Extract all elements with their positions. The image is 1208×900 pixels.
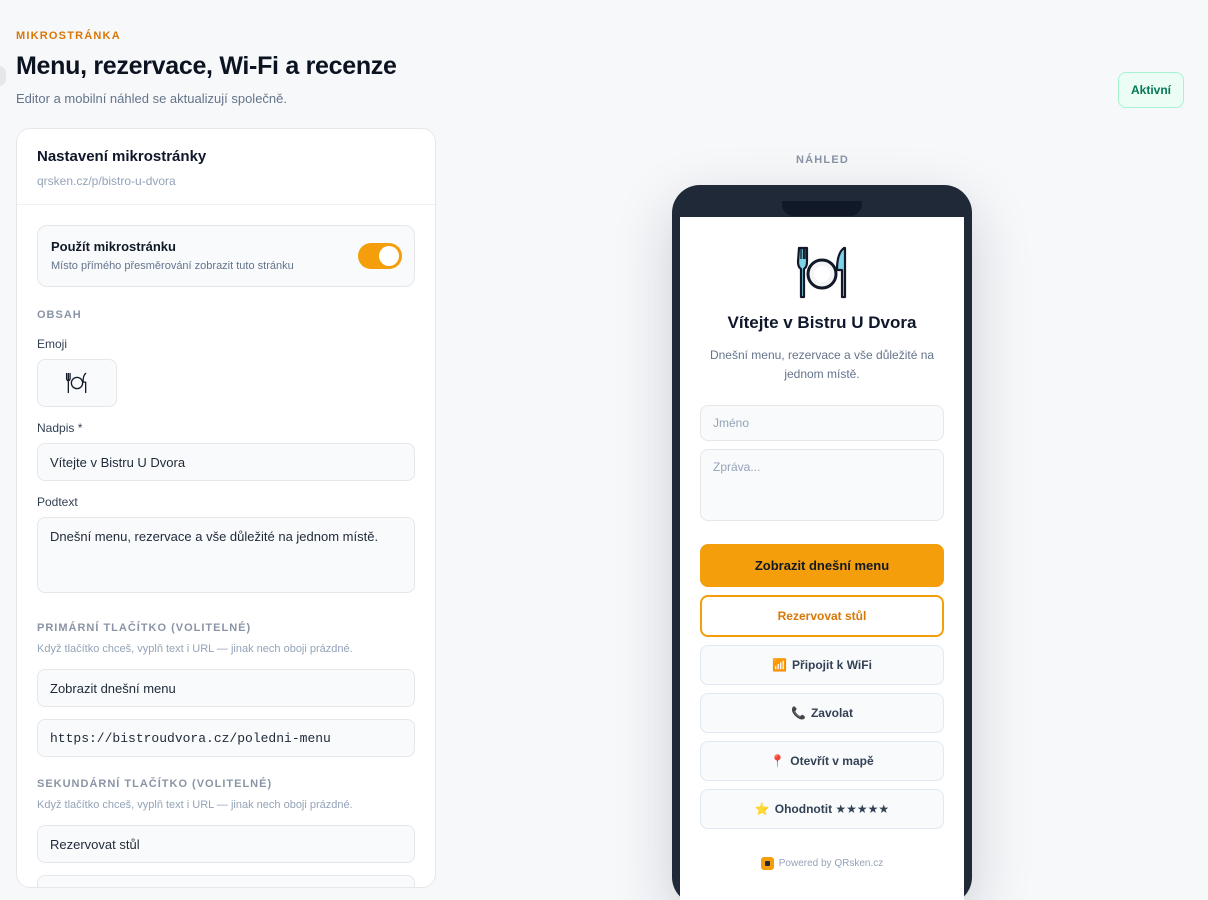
preview-message-input[interactable]: Zpráva...	[700, 449, 944, 521]
primary-text-input[interactable]: Zobrazit dnešní menu	[37, 669, 415, 707]
preview-rate-button[interactable]: ⭐ Ohodnotit ★★★★★	[700, 789, 944, 829]
phone-notch	[782, 201, 862, 216]
emoji-label: Emoji	[37, 337, 68, 351]
preview-secondary-button[interactable]: Rezervovat stůl	[700, 595, 944, 637]
subtext-textarea[interactable]: Dnešní menu, rezervace a vše důležité na…	[37, 517, 415, 593]
section-secondary-button: SEKUNDÁRNÍ TLAČÍTKO (VOLITELNÉ)	[37, 778, 273, 790]
section-primary-button: PRIMÁRNÍ TLAČÍTKO (VOLITELNÉ)	[37, 622, 252, 634]
toggle-title: Použít mikrostránku	[51, 239, 176, 254]
preview-wifi-button[interactable]: 📶 Připojit k WiFi	[700, 645, 944, 685]
preview-title: Vítejte v Bistru U Dvora	[727, 313, 917, 332]
primary-url-input[interactable]: https://bistroudvora.cz/poledni-menu	[37, 719, 415, 757]
emoji-picker[interactable]	[37, 359, 117, 407]
secondary-helper: Když tlačítko chceš, vyplň text i URL — …	[37, 799, 353, 811]
preview-label: NÁHLED	[796, 154, 850, 166]
page-title: Menu, rezervace, Wi‑Fi a recenze	[16, 52, 397, 80]
map-pin-icon: 📍	[770, 754, 786, 768]
status-badge[interactable]: Aktivní	[1118, 72, 1184, 108]
toggle-knob	[379, 246, 399, 266]
star-icon: ⭐	[754, 802, 770, 816]
powered-by[interactable]: Powered by QRsken.cz	[680, 857, 964, 870]
subtext-label: Podtext	[37, 495, 78, 509]
qrsken-logo-icon	[760, 857, 774, 870]
card-header: Nastavení mikrostránky qrsken.cz/p/bistr…	[17, 129, 435, 205]
phone-screen: Vítejte v Bistru U Dvora Dnešní menu, re…	[680, 217, 964, 900]
heading-input[interactable]: Vítejte v Bistru U Dvora	[37, 443, 415, 481]
page-subtitle: Editor a mobilní náhled se aktualizují s…	[16, 91, 287, 106]
editor-card: Nastavení mikrostránky qrsken.cz/p/bistr…	[16, 128, 436, 888]
phone-frame: Vítejte v Bistru U Dvora Dnešní menu, re…	[672, 185, 972, 900]
plate-cutlery-icon	[65, 372, 87, 394]
powered-by-text: Powered by QRsken.cz	[778, 858, 884, 869]
secondary-text-input[interactable]: Rezervovat stůl	[37, 825, 415, 863]
microsite-url: qrsken.cz/p/bistro-u-dvora	[37, 174, 176, 188]
preview-primary-button[interactable]: Zobrazit dnešní menu	[700, 544, 944, 587]
toggle-description: Místo přímého přesměrování zobrazit tuto…	[51, 260, 294, 272]
wifi-icon: 📶	[772, 658, 788, 672]
preview-call-button[interactable]: 📞 Zavolat	[700, 693, 944, 733]
use-microsite-toggle[interactable]	[358, 243, 402, 269]
preview-subtitle: Dnešní menu, rezervace a vše důležité na…	[709, 348, 935, 381]
card-title: Nastavení mikrostránky	[37, 148, 207, 165]
collapse-handle[interactable]	[0, 66, 6, 86]
heading-label: Nadpis *	[37, 421, 83, 435]
page-eyebrow: MIKROSTRÁNKA	[16, 30, 121, 42]
map-button-label: Otevřít v mapě	[790, 754, 874, 768]
rate-button-label: Ohodnotit ★★★★★	[774, 802, 890, 816]
call-button-label: Zavolat	[810, 706, 853, 720]
editor-body: Použít mikrostránku Místo přímého přesmě…	[17, 205, 435, 287]
secondary-url-input[interactable]	[37, 875, 415, 887]
section-content: OBSAH	[37, 309, 82, 321]
wifi-button-label: Připojit k WiFi	[792, 658, 872, 672]
use-microsite-row: Použít mikrostránku Místo přímého přesmě…	[37, 225, 415, 287]
phone-icon: 📞	[791, 706, 806, 720]
preview-name-input[interactable]: Jméno	[700, 405, 944, 441]
plate-cutlery-icon	[792, 243, 852, 308]
preview-map-button[interactable]: 📍 Otevřít v mapě	[700, 741, 944, 781]
primary-helper: Když tlačítko chceš, vyplň text i URL — …	[37, 643, 353, 655]
